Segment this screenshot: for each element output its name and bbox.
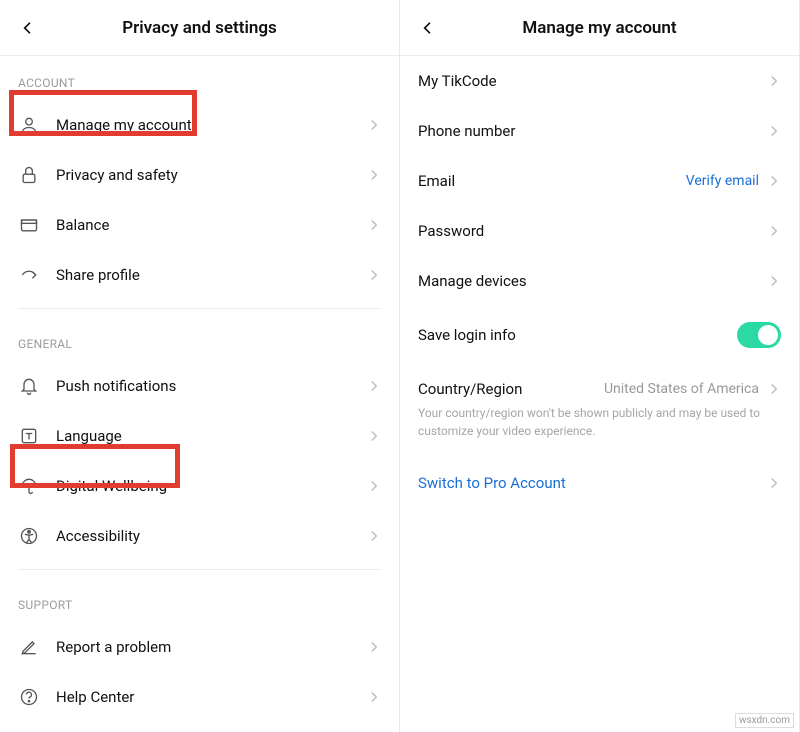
- row-label: Help Center: [56, 688, 367, 706]
- chevron-right-icon: [367, 118, 381, 132]
- row-label: Country/Region: [418, 380, 604, 398]
- row-label: Language: [56, 427, 367, 445]
- row-language[interactable]: Language: [0, 411, 399, 461]
- left-header: Privacy and settings: [0, 0, 399, 56]
- row-save-login[interactable]: Save login info: [400, 306, 799, 364]
- row-label: Accessibility: [56, 527, 367, 545]
- row-label: Digital Wellbeing: [56, 477, 367, 495]
- chevron-right-icon: [767, 476, 781, 490]
- email-verify-link[interactable]: Verify email: [686, 173, 759, 189]
- row-password[interactable]: Password: [400, 206, 799, 256]
- bell-icon: [18, 375, 40, 397]
- chevron-right-icon: [367, 640, 381, 654]
- row-label: Switch to Pro Account: [418, 474, 767, 492]
- row-privacy-safety[interactable]: Privacy and safety: [0, 150, 399, 200]
- section-header-general: GENERAL: [0, 317, 399, 361]
- row-push-notifications[interactable]: Push notifications: [0, 361, 399, 411]
- row-accessibility[interactable]: Accessibility: [0, 511, 399, 561]
- row-label: Manage devices: [418, 272, 767, 290]
- language-icon: [18, 425, 40, 447]
- row-balance[interactable]: Balance: [0, 200, 399, 250]
- chevron-right-icon: [367, 479, 381, 493]
- chevron-right-icon: [367, 379, 381, 393]
- umbrella-icon: [18, 475, 40, 497]
- chevron-right-icon: [367, 168, 381, 182]
- row-help-center[interactable]: Help Center: [0, 672, 399, 722]
- person-icon: [18, 114, 40, 136]
- left-title: Privacy and settings: [122, 18, 277, 38]
- chevron-left-icon: [420, 20, 436, 36]
- share-icon: [18, 264, 40, 286]
- row-safety-center[interactable]: Safety Center: [0, 722, 399, 732]
- manage-account-panel: Manage my account My TikCode Phone numbe…: [400, 0, 800, 732]
- row-label: Push notifications: [56, 377, 367, 395]
- row-share-profile[interactable]: Share profile: [0, 250, 399, 300]
- chevron-right-icon: [767, 74, 781, 88]
- row-digital-wellbeing[interactable]: Digital Wellbeing: [0, 461, 399, 511]
- row-report-problem[interactable]: Report a problem: [0, 622, 399, 672]
- row-label: Phone number: [418, 122, 767, 140]
- chevron-right-icon: [367, 429, 381, 443]
- row-manage-account[interactable]: Manage my account: [0, 100, 399, 150]
- row-label: Report a problem: [56, 638, 367, 656]
- chevron-right-icon: [367, 529, 381, 543]
- lock-icon: [18, 164, 40, 186]
- section-header-support: SUPPORT: [0, 578, 399, 622]
- right-title: Manage my account: [522, 18, 676, 38]
- row-label: Email: [418, 172, 686, 190]
- watermark: wsxdn.com: [735, 713, 794, 728]
- row-tikcode[interactable]: My TikCode: [400, 56, 799, 106]
- country-value: United States of America: [604, 381, 759, 397]
- row-label: Password: [418, 222, 767, 240]
- row-email[interactable]: Email Verify email: [400, 156, 799, 206]
- privacy-settings-panel: Privacy and settings ACCOUNT Manage my a…: [0, 0, 400, 732]
- chevron-left-icon: [20, 20, 36, 36]
- row-label: Manage my account: [56, 116, 367, 134]
- divider: [18, 569, 381, 570]
- chevron-right-icon: [767, 174, 781, 188]
- back-button-right[interactable]: [414, 14, 442, 42]
- row-switch-pro[interactable]: Switch to Pro Account: [400, 458, 799, 508]
- row-label: Balance: [56, 216, 367, 234]
- back-button-left[interactable]: [14, 14, 42, 42]
- chevron-right-icon: [367, 268, 381, 282]
- divider: [18, 308, 381, 309]
- row-label: Save login info: [418, 326, 737, 344]
- section-header-account: ACCOUNT: [0, 56, 399, 100]
- row-label: My TikCode: [418, 72, 767, 90]
- country-hint: Your country/region won't be shown publi…: [400, 404, 799, 452]
- row-label: Privacy and safety: [56, 166, 367, 184]
- right-header: Manage my account: [400, 0, 799, 56]
- help-icon: [18, 686, 40, 708]
- chevron-right-icon: [767, 224, 781, 238]
- row-label: Share profile: [56, 266, 367, 284]
- row-country-region[interactable]: Country/Region United States of America: [400, 364, 799, 404]
- wallet-icon: [18, 214, 40, 236]
- chevron-right-icon: [767, 124, 781, 138]
- chevron-right-icon: [767, 382, 781, 396]
- chevron-right-icon: [367, 218, 381, 232]
- row-phone[interactable]: Phone number: [400, 106, 799, 156]
- accessibility-icon: [18, 525, 40, 547]
- row-manage-devices[interactable]: Manage devices: [400, 256, 799, 306]
- save-login-toggle[interactable]: [737, 322, 781, 348]
- edit-icon: [18, 636, 40, 658]
- chevron-right-icon: [767, 274, 781, 288]
- chevron-right-icon: [367, 690, 381, 704]
